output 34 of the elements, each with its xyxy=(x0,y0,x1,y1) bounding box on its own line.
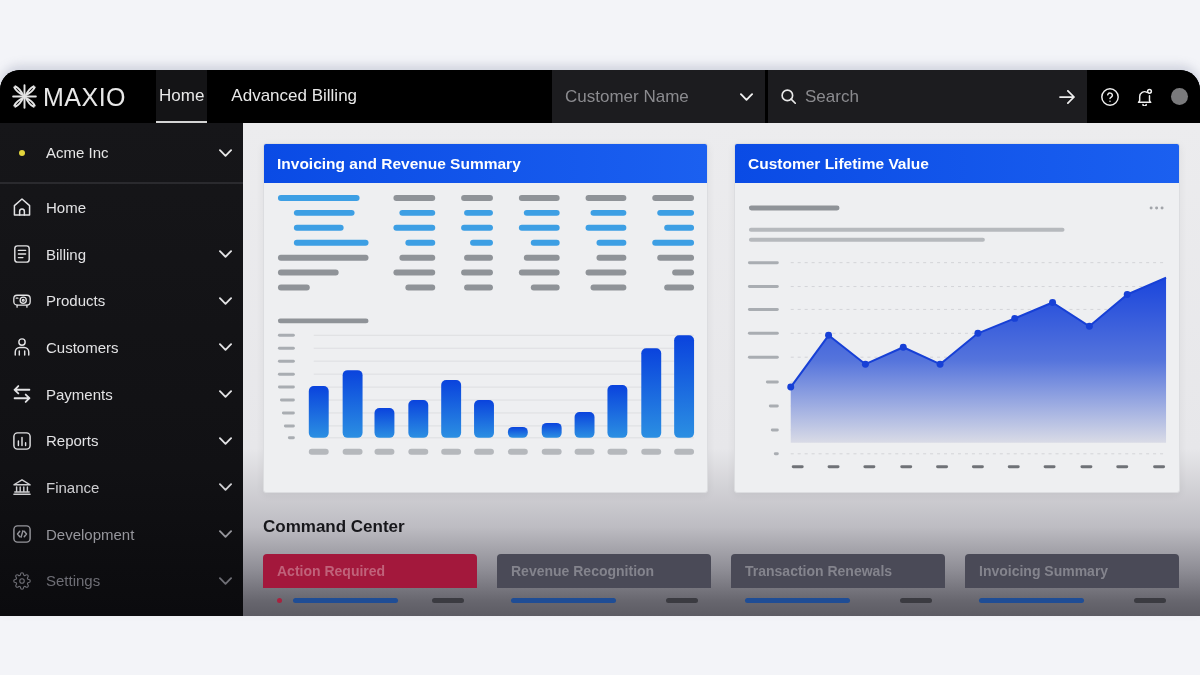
sidebar-item[interactable]: Development xyxy=(0,510,243,558)
card-header: Invoicing and Revenue Summary xyxy=(264,144,707,183)
arrow-right-icon[interactable] xyxy=(1059,90,1075,104)
sidebar-item[interactable]: Customers xyxy=(0,324,243,371)
chevron-down-icon[interactable] xyxy=(740,93,753,101)
card-header: Customer Lifetime Value xyxy=(735,144,1179,183)
nav-tab[interactable]: Advanced Billing xyxy=(228,70,361,123)
house-icon xyxy=(13,198,31,217)
search-icon xyxy=(781,89,796,104)
document-icon xyxy=(13,245,31,264)
customer-select[interactable]: Customer Name xyxy=(552,70,765,123)
logo-icon xyxy=(12,84,37,109)
bell-icon[interactable] xyxy=(1136,87,1154,106)
swap-arrows-icon xyxy=(13,385,31,404)
bar-chart-icon xyxy=(13,431,31,450)
help-icon[interactable] xyxy=(1101,87,1119,106)
chevron-down-icon xyxy=(219,148,232,157)
sidebar-item[interactable]: Products xyxy=(0,277,243,325)
sidebar-item[interactable]: Settings xyxy=(0,557,243,605)
person-icon xyxy=(13,338,31,357)
sidebar-item[interactable]: Billing xyxy=(0,230,243,278)
bank-icon xyxy=(13,478,31,497)
status-dot-icon xyxy=(19,149,25,156)
settings-icon xyxy=(13,571,31,590)
avatar-icon[interactable] xyxy=(1171,88,1188,105)
sidebar-item[interactable]: Payments xyxy=(0,370,243,418)
sidebar-item[interactable]: Finance xyxy=(0,464,243,511)
search-field[interactable]: Search xyxy=(768,70,1087,123)
code-icon xyxy=(13,525,31,544)
section-heading: Command Center xyxy=(263,517,406,537)
brand-name: MAXIO xyxy=(43,81,127,112)
sidebar-item[interactable]: Reports xyxy=(0,417,243,465)
sidebar-item[interactable]: Home xyxy=(0,184,243,231)
nav-tab[interactable]: Home xyxy=(156,70,208,123)
